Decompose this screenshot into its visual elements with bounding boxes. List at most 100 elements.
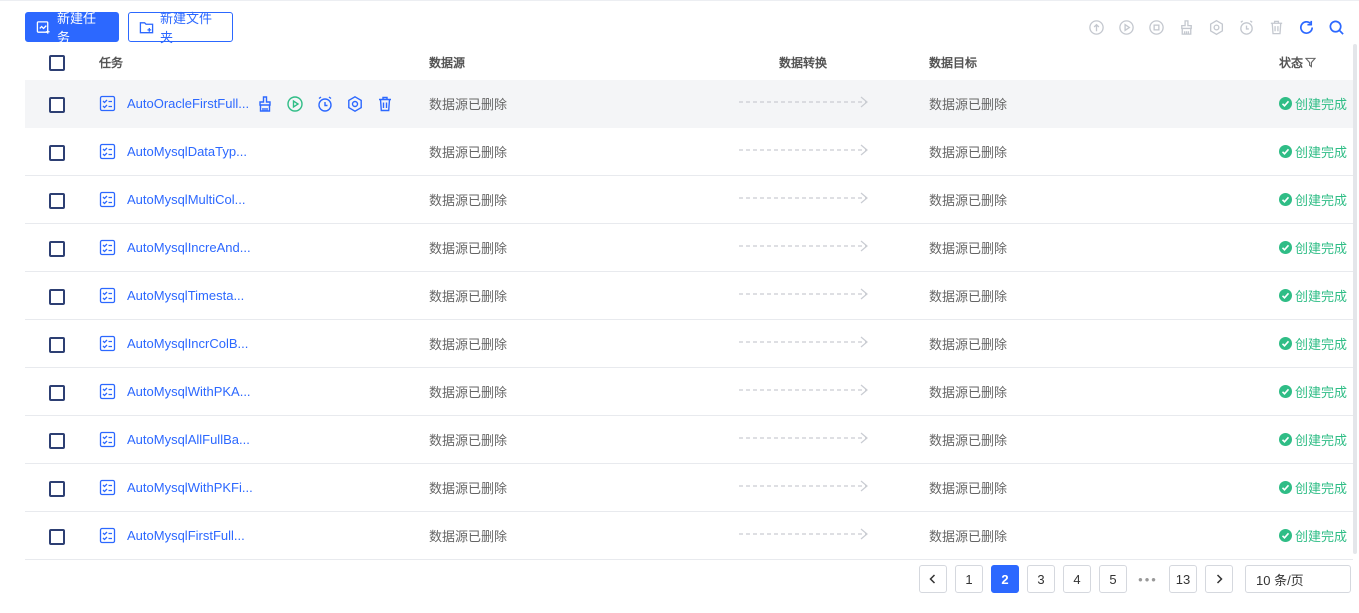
table-row[interactable]: AutoMysqlMultiCol... 数据源已删除 数据源已删除 创建完成 <box>25 176 1353 224</box>
success-icon <box>1279 193 1292 206</box>
check-icon <box>1281 100 1290 107</box>
task-name-link[interactable]: AutoMysqlWithPKA... <box>127 384 251 399</box>
row-checkbox[interactable] <box>49 432 65 449</box>
task-name-link[interactable]: AutoOracleFirstFull... <box>127 96 249 111</box>
task-name-link[interactable]: AutoMysqlFirstFull... <box>127 528 245 543</box>
task-icon <box>99 479 116 496</box>
filter-icon[interactable] <box>1305 57 1317 68</box>
header-status[interactable]: 状态 <box>1279 54 1317 71</box>
task-name-link[interactable]: AutoMysqlIncreAnd... <box>127 240 251 255</box>
check-icon <box>1281 484 1290 491</box>
task-name-link[interactable]: AutoMysqlDataTyp... <box>127 144 247 159</box>
pagination: 1 2 3 4 5 ••• 13 10 条/页 <box>919 565 1351 593</box>
status-label: 创建完成 <box>1295 433 1348 448</box>
success-icon <box>1279 145 1292 158</box>
success-icon <box>1279 433 1292 446</box>
transform-cell <box>739 480 871 495</box>
task-icon <box>99 527 116 544</box>
success-icon <box>1279 289 1292 302</box>
chevron-left-icon <box>929 574 936 584</box>
page-3[interactable]: 3 <box>1027 565 1055 593</box>
table-row[interactable]: AutoMysqlWithPKFi... 数据源已删除 数据源已删除 创建完成 <box>25 464 1353 512</box>
task-cell: AutoMysqlFirstFull... <box>99 527 245 544</box>
select-all-checkbox[interactable] <box>49 55 65 71</box>
table-row[interactable]: AutoMysqlFirstFull... 数据源已删除 数据源已删除 创建完成 <box>25 512 1353 560</box>
table-row[interactable]: AutoMysqlIncreAnd... 数据源已删除 数据源已删除 创建完成 <box>25 224 1353 272</box>
target-cell: 数据源已删除 <box>929 385 1008 400</box>
task-name-link[interactable]: AutoMysqlTimesta... <box>127 288 244 303</box>
row-checkbox[interactable] <box>49 96 65 113</box>
status-cell: 创建完成 <box>1279 382 1347 401</box>
page-1[interactable]: 1 <box>955 565 983 593</box>
refresh-icon[interactable] <box>1296 17 1316 37</box>
check-icon <box>1281 244 1290 251</box>
page-ellipsis[interactable]: ••• <box>1135 566 1161 592</box>
page-5[interactable]: 5 <box>1099 565 1127 593</box>
table-row[interactable]: AutoMysqlAllFullBa... 数据源已删除 数据源已删除 创建完成 <box>25 416 1353 464</box>
transform-arrow-icon <box>739 144 868 156</box>
status-label: 创建完成 <box>1295 145 1348 160</box>
upload-icon[interactable] <box>1086 17 1106 37</box>
top-divider <box>0 0 1359 1</box>
page-size-select[interactable]: 10 条/页 <box>1245 565 1351 593</box>
row-checkbox[interactable] <box>49 384 65 401</box>
row-checkbox[interactable] <box>49 528 65 545</box>
prev-page-button[interactable] <box>919 565 947 593</box>
delete-icon[interactable] <box>376 95 394 113</box>
stop-icon[interactable] <box>1146 17 1166 37</box>
transform-cell <box>739 96 871 111</box>
status-cell: 创建完成 <box>1279 478 1347 497</box>
status-label: 创建完成 <box>1295 193 1348 208</box>
target-cell: 数据源已删除 <box>929 289 1008 304</box>
settings-icon[interactable] <box>1206 17 1226 37</box>
task-name-link[interactable]: AutoMysqlWithPKFi... <box>127 480 253 495</box>
scrollbar[interactable] <box>1353 44 1357 554</box>
row-checkbox[interactable] <box>49 192 65 209</box>
task-name-link[interactable]: AutoMysqlIncrColB... <box>127 336 248 351</box>
source-cell: 数据源已删除 <box>429 241 508 256</box>
page-2[interactable]: 2 <box>991 565 1019 593</box>
play-icon[interactable] <box>1116 17 1136 37</box>
row-checkbox[interactable] <box>49 480 65 497</box>
table-body: AutoOracleFirstFull... 数据源已删除 数据源已删除 创建完… <box>25 80 1353 560</box>
row-checkbox[interactable] <box>49 240 65 257</box>
task-name-link[interactable]: AutoMysqlAllFullBa... <box>127 432 250 447</box>
transform-arrow-icon <box>739 96 868 108</box>
status-cell: 创建完成 <box>1279 334 1347 353</box>
schedule-icon[interactable] <box>1236 17 1256 37</box>
clean-icon[interactable] <box>256 95 274 113</box>
next-page-button[interactable] <box>1205 565 1233 593</box>
row-checkbox[interactable] <box>49 288 65 305</box>
success-icon <box>1279 481 1292 494</box>
new-task-icon <box>36 20 50 34</box>
task-name-link[interactable]: AutoMysqlMultiCol... <box>127 192 245 207</box>
page-4[interactable]: 4 <box>1063 565 1091 593</box>
table-header: 任务 数据源 数据转换 数据目标 状态 <box>25 44 1353 80</box>
table-row[interactable]: AutoOracleFirstFull... 数据源已删除 数据源已删除 创建完… <box>25 80 1353 128</box>
page-13[interactable]: 13 <box>1169 565 1197 593</box>
table-row[interactable]: AutoMysqlWithPKA... 数据源已删除 数据源已删除 创建完成 <box>25 368 1353 416</box>
transform-arrow-icon <box>739 192 868 204</box>
clean-icon[interactable] <box>1176 17 1196 37</box>
play-icon[interactable] <box>286 95 304 113</box>
row-checkbox[interactable] <box>49 144 65 161</box>
status-badge: 创建完成 <box>1279 94 1347 113</box>
new-task-label: 新建任务 <box>57 11 97 45</box>
task-icon <box>99 239 116 256</box>
settings-icon[interactable] <box>346 95 364 113</box>
schedule-icon[interactable] <box>316 95 334 113</box>
source-cell: 数据源已删除 <box>429 433 508 448</box>
target-cell: 数据源已删除 <box>929 529 1008 544</box>
table-row[interactable]: AutoMysqlDataTyp... 数据源已删除 数据源已删除 创建完成 <box>25 128 1353 176</box>
delete-icon[interactable] <box>1266 17 1286 37</box>
task-cell: AutoMysqlIncrColB... <box>99 335 248 352</box>
toolbar: 新建任务 新建文件夹 <box>25 11 233 45</box>
transform-cell <box>739 288 871 303</box>
table-row[interactable]: AutoMysqlIncrColB... 数据源已删除 数据源已删除 创建完成 <box>25 320 1353 368</box>
new-task-button[interactable]: 新建任务 <box>25 11 119 45</box>
row-checkbox[interactable] <box>49 336 65 353</box>
table-row[interactable]: AutoMysqlTimesta... 数据源已删除 数据源已删除 创建完成 <box>25 272 1353 320</box>
search-icon[interactable] <box>1326 17 1346 37</box>
success-icon <box>1279 97 1292 110</box>
new-folder-button[interactable]: 新建文件夹 <box>128 11 233 45</box>
